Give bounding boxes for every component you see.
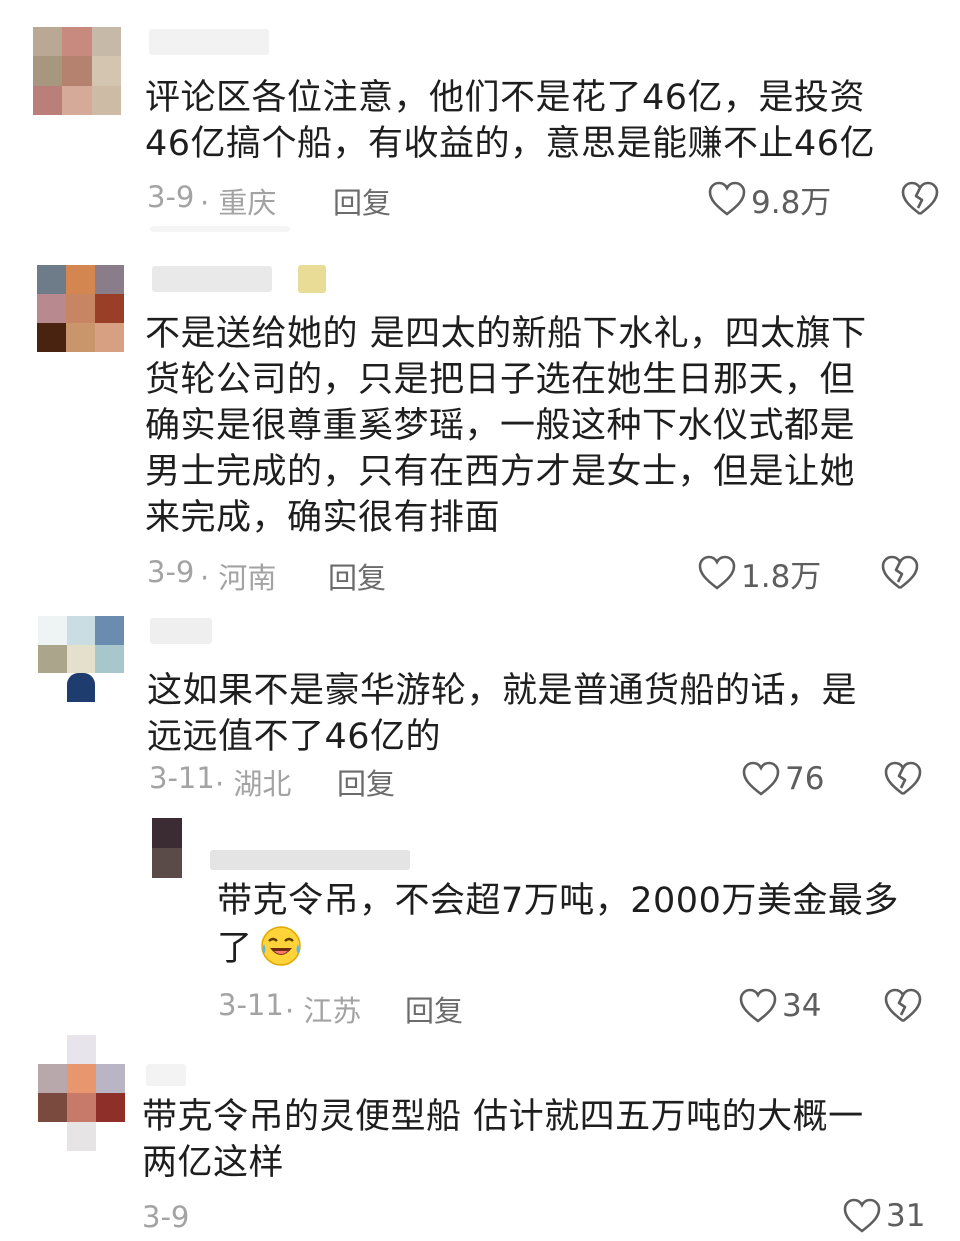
like-count: 9.8万: [751, 184, 832, 221]
like-button[interactable]: 1.8万: [697, 551, 821, 595]
comment-location: · 湖北: [215, 767, 292, 801]
username[interactable]: [150, 618, 212, 644]
like-button[interactable]: 34: [738, 984, 821, 1028]
broken-heart-icon[interactable]: [880, 553, 920, 593]
avatar[interactable]: [38, 1035, 125, 1151]
like-count: 76: [785, 761, 825, 797]
like-button[interactable]: 9.8万: [707, 177, 831, 221]
comment-date: 3-9: [147, 555, 195, 589]
username[interactable]: [146, 1064, 186, 1086]
broken-heart-icon[interactable]: [883, 759, 923, 799]
like-count: 1.8万: [741, 558, 822, 595]
username[interactable]: [149, 29, 269, 55]
reply-button[interactable]: 回复: [405, 988, 463, 1030]
like-count: 34: [782, 988, 822, 1024]
comment-text: 带克令吊的灵便型船 估计就四五万吨的大概一 两亿这样: [142, 1097, 864, 1183]
comment-date: 3-11: [149, 761, 215, 795]
avatar[interactable]: [38, 616, 124, 702]
comment-location: · 江苏: [285, 994, 362, 1028]
username[interactable]: [152, 266, 272, 292]
heart-outline-icon: [708, 181, 746, 216]
heart-outline-icon: [739, 988, 777, 1023]
comment-date: 3-9: [142, 1200, 190, 1234]
reply-button[interactable]: 回复: [337, 761, 395, 803]
like-button[interactable]: 76: [741, 757, 824, 801]
like-button[interactable]: 31: [842, 1194, 925, 1238]
comment-item: 评论区各位注意，他们不是花了46亿，是投资 46亿搞个船，有收益的，意思是能赚不…: [0, 0, 960, 240]
comment-location: · 河南: [200, 561, 277, 595]
reply-button[interactable]: 回复: [333, 180, 391, 222]
broken-heart-icon[interactable]: [900, 179, 940, 219]
reply-button[interactable]: 回复: [328, 555, 386, 597]
comment-item: 不是送给她的 是四太的新船下水礼，四太旗下 货轮公司的，只是把日子选在她生日那天…: [0, 240, 960, 610]
heart-outline-icon: [742, 761, 780, 796]
username[interactable]: [210, 850, 410, 870]
comment-text: 不是送给她的 是四太的新船下水礼，四太旗下 货轮公司的，只是把日子选在她生日那天…: [145, 314, 867, 538]
avatar[interactable]: [37, 265, 124, 352]
comment-date: 3-9: [147, 180, 195, 214]
badge: [298, 265, 326, 293]
laugh-cry-emoji: [260, 926, 301, 966]
comment-date: 3-11: [218, 988, 284, 1022]
avatar[interactable]: [152, 818, 182, 878]
heart-outline-icon: [698, 555, 736, 590]
comment-item: 带克令吊的灵便型船 估计就四五万吨的大概一 两亿这样 3-9 31: [0, 1030, 960, 1241]
comment-text: 评论区各位注意，他们不是花了46亿，是投资 46亿搞个船，有收益的，意思是能赚不…: [145, 78, 876, 164]
comment-item: 这如果不是豪华游轮，就是普通货船的话，是 远远值不了46亿的 3-11 · 湖北…: [0, 610, 960, 810]
reply-item: 带克令吊，不会超7万吨，2000万美金最多 了 3-11 · 江苏 回复 34: [0, 810, 960, 1030]
comment-text: 这如果不是豪华游轮，就是普通货船的话，是 远远值不了46亿的: [147, 671, 858, 757]
heart-outline-icon: [843, 1198, 881, 1233]
broken-heart-icon[interactable]: [883, 986, 923, 1026]
avatar[interactable]: [33, 27, 121, 115]
comment-text: 带克令吊，不会超7万吨，2000万美金最多 了: [217, 881, 899, 969]
like-count: 31: [886, 1198, 926, 1234]
comment-location: · 重庆: [200, 186, 277, 220]
divider: [150, 226, 290, 232]
